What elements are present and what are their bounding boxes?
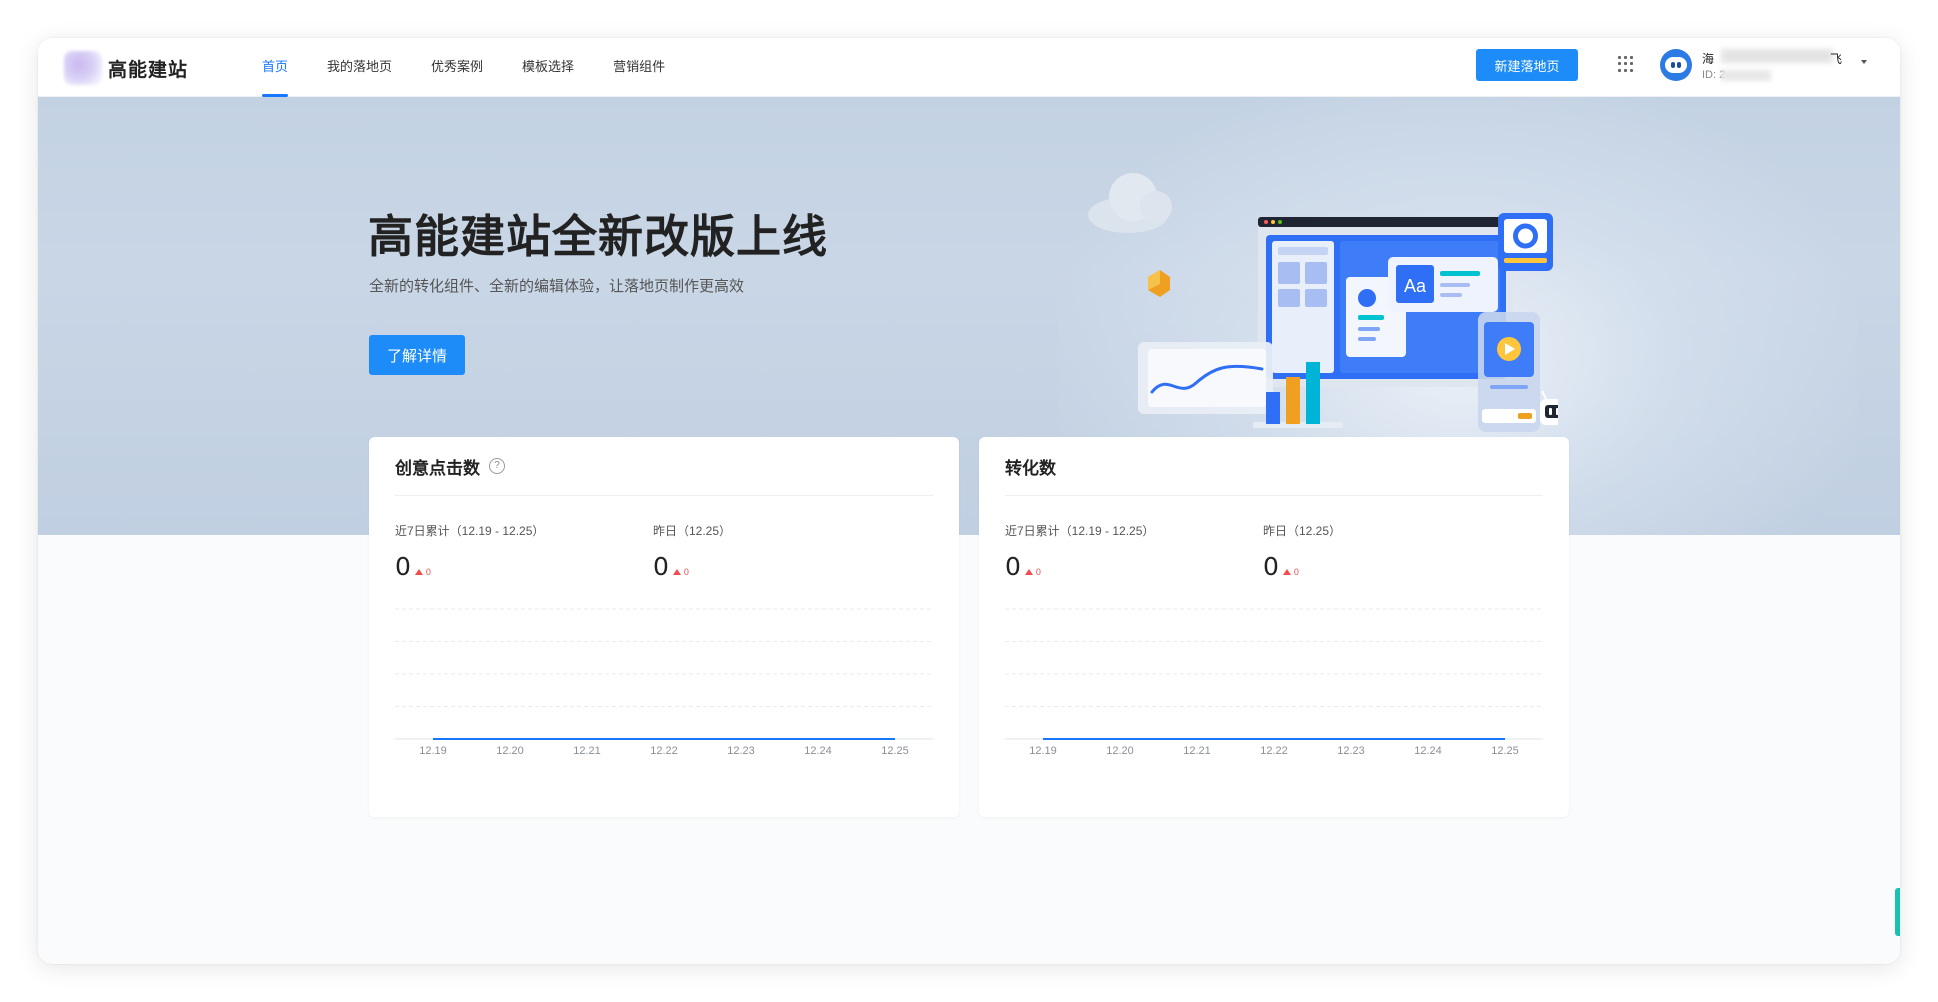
x-tick-label: 12.21 (573, 745, 601, 757)
trend-up-icon (414, 569, 423, 575)
trend-value: 0 (1035, 567, 1041, 577)
nav-item-templates[interactable]: 模板选择 (522, 38, 574, 97)
user-id-redacted (1721, 70, 1771, 81)
hero-subtitle: 全新的转化组件、全新的编辑体验，让落地页制作更高效 (369, 278, 745, 295)
x-tick-label: 12.20 (1106, 745, 1134, 757)
clicks-week-metric: 近7日累计（12.19 - 12.25） 0 0 (395, 522, 544, 580)
trend-indicator: 0 (1024, 567, 1041, 577)
trend-up-icon (1282, 569, 1291, 575)
clicks-card-header: 创意点击数 ? (395, 437, 933, 496)
user-name: 海 (1702, 52, 1715, 66)
hero-illustration-icon: Aa (1088, 173, 1558, 432)
logo[interactable]: 高能建站 (64, 50, 188, 86)
x-tick-label: 12.19 (1029, 745, 1057, 757)
trend-indicator: 0 (1282, 567, 1299, 577)
scroll-handle[interactable] (1895, 888, 1900, 936)
avatar[interactable] (1660, 49, 1692, 81)
user-name-end: 飞 (1830, 52, 1843, 66)
main-nav: 首页 我的落地页 优秀案例 模板选择 营销组件 (262, 38, 704, 97)
clicks-card: 创意点击数 ? 近7日累计（12.19 - 12.25） 0 0 昨日（12.2… (369, 437, 959, 817)
x-tick-label: 12.25 (881, 745, 909, 757)
trend-value: 0 (1293, 567, 1299, 577)
chevron-down-icon[interactable] (1861, 60, 1867, 64)
conversions-yesterday-metric: 昨日（12.25） 0 0 (1263, 522, 1341, 580)
cloud-icon (1088, 173, 1172, 233)
trend-up-icon (1024, 569, 1033, 575)
metric-value: 0 (395, 552, 411, 581)
x-tick-label: 12.22 (650, 745, 678, 757)
x-tick-label: 12.19 (419, 745, 447, 757)
nav-item-my-pages[interactable]: 我的落地页 (327, 38, 392, 97)
logo-mark-icon (64, 51, 102, 85)
trend-value: 0 (425, 567, 431, 577)
x-tick-label: 12.22 (1260, 745, 1288, 757)
trend-value: 0 (683, 567, 689, 577)
nav-item-components[interactable]: 营销组件 (613, 38, 665, 97)
hero-title: 高能建站全新改版上线 (368, 211, 829, 262)
learn-more-button[interactable]: 了解详情 (369, 335, 465, 375)
svg-text:Aa: Aa (1404, 276, 1427, 296)
metric-label: 近7日累计（12.19 - 12.25） (395, 524, 545, 538)
apps-grid-icon[interactable] (1618, 56, 1634, 72)
x-tick-label: 12.23 (1337, 745, 1365, 757)
conversions-line-chart: 12.19 12.20 12.21 12.22 12.23 12.24 12.25 (1005, 608, 1543, 757)
clicks-line-chart: 12.19 12.20 12.21 12.22 12.23 12.24 12.25 (395, 608, 933, 757)
hero-banner: 高能建站全新改版上线 全新的转化组件、全新的编辑体验，让落地页制作更高效 了解详… (38, 97, 1900, 535)
top-navbar: 高能建站 首页 我的落地页 优秀案例 模板选择 营销组件 新建落地页 海 飞 I… (38, 38, 1900, 97)
x-tick-label: 12.20 (496, 745, 524, 757)
trend-indicator: 0 (672, 567, 689, 577)
conversions-week-metric: 近7日累计（12.19 - 12.25） 0 0 (1005, 522, 1154, 580)
new-landing-page-button[interactable]: 新建落地页 (1476, 49, 1578, 81)
help-icon[interactable]: ? (489, 458, 505, 474)
x-tick-label: 12.25 (1491, 745, 1519, 757)
logo-text: 高能建站 (108, 58, 189, 81)
user-name-redacted (1721, 49, 1833, 63)
conversions-card: 转化数 近7日累计（12.19 - 12.25） 0 0 昨日（12.25） 0… (979, 437, 1569, 817)
metric-label: 近7日累计（12.19 - 12.25） (1005, 524, 1155, 538)
metric-value: 0 (653, 552, 669, 581)
trend-up-icon (672, 569, 681, 575)
conversions-card-header: 转化数 (1005, 437, 1543, 496)
x-tick-label: 12.23 (727, 745, 755, 757)
metric-label: 昨日（12.25） (653, 524, 732, 538)
conversions-card-title: 转化数 (1005, 458, 1056, 478)
nav-item-cases[interactable]: 优秀案例 (431, 38, 483, 97)
metric-label: 昨日（12.25） (1263, 524, 1342, 538)
clicks-card-title: 创意点击数 (395, 458, 480, 478)
trend-indicator: 0 (414, 567, 431, 577)
clicks-yesterday-metric: 昨日（12.25） 0 0 (653, 522, 731, 580)
metric-value: 0 (1005, 552, 1021, 581)
x-tick-label: 12.24 (804, 745, 832, 757)
x-tick-label: 12.24 (1414, 745, 1442, 757)
app-window: 高能建站 首页 我的落地页 优秀案例 模板选择 营销组件 新建落地页 海 飞 I… (38, 38, 1900, 964)
metric-value: 0 (1263, 552, 1279, 581)
x-tick-label: 12.21 (1183, 745, 1211, 757)
nav-item-home[interactable]: 首页 (262, 38, 289, 97)
